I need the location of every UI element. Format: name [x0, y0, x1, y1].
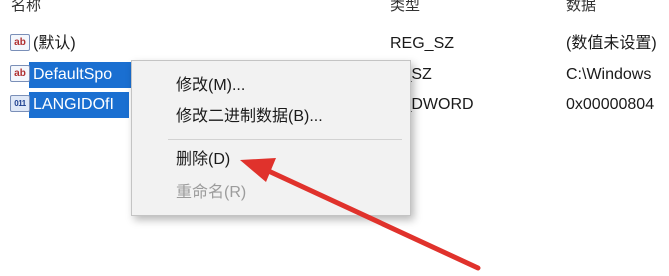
menu-item-rename: 重命名(R): [176, 184, 247, 201]
value-data: 0x00000804: [566, 96, 655, 113]
menu-separator: [168, 139, 402, 140]
value-type: REG_SZ: [390, 35, 455, 52]
column-header-data[interactable]: 数据: [566, 0, 596, 16]
binary-value-icon: 011: [10, 95, 30, 112]
value-data: C:\Windows: [566, 66, 652, 83]
value-name: LANGIDOfI: [33, 96, 114, 113]
value-data: (数值未设置): [566, 35, 657, 52]
value-name: (默认): [33, 35, 76, 52]
registry-row-default[interactable]: ab (默认) REG_SZ (数值未设置): [0, 29, 669, 59]
string-value-icon: ab: [10, 34, 30, 51]
string-value-icon: ab: [10, 65, 30, 82]
context-menu: 修改(M)... 修改二进制数据(B)... 删除(D) 重命名(R): [131, 60, 411, 216]
menu-item-modify-binary[interactable]: 修改二进制数据(B)...: [176, 106, 323, 128]
column-header-type[interactable]: 类型: [390, 0, 420, 16]
menu-item-modify[interactable]: 修改(M)...: [176, 75, 245, 97]
column-header-name[interactable]: 名称: [11, 0, 41, 16]
value-name: DefaultSpo: [33, 66, 113, 83]
menu-item-delete[interactable]: 删除(D): [176, 149, 230, 171]
